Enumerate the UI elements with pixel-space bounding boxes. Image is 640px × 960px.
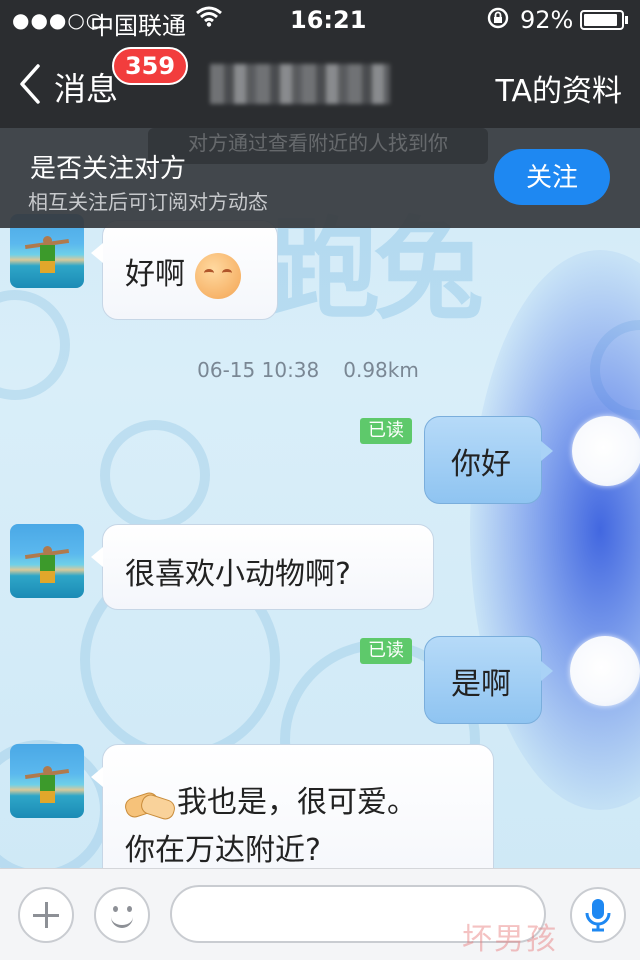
message-text: 我也是，很可爱。	[177, 785, 417, 820]
message-text: 是啊	[451, 667, 511, 702]
message-text: 很喜欢小动物啊?	[125, 557, 351, 592]
incoming-message-bubble[interactable]: 好啊	[91, 220, 278, 320]
add-attachment-button[interactable]	[18, 887, 74, 943]
watermark-text: 坏男孩	[462, 922, 558, 957]
follow-banner: 对方通过查看附近的人找到你 是否关注对方 相互关注后可订阅对方动态 关注	[0, 128, 640, 228]
read-status-badge: 已读	[360, 638, 412, 664]
background-face-decoration	[0, 290, 70, 400]
incoming-message-bubble[interactable]: 很喜欢小动物啊?	[91, 524, 434, 610]
battery-percentage: 92%	[520, 6, 574, 34]
background-glow	[470, 250, 640, 810]
message-line: 我也是，很可爱。	[122, 779, 493, 827]
microphone-icon	[585, 899, 611, 932]
read-status-badge: 已读	[360, 418, 412, 444]
back-button-label: 消息	[54, 70, 119, 108]
self-avatar[interactable]	[570, 636, 640, 706]
smile-icon	[113, 906, 118, 912]
self-avatar[interactable]	[572, 416, 640, 486]
contact-name-pixelated	[210, 64, 390, 104]
contact-avatar[interactable]	[10, 524, 84, 598]
timestamp-distance: 0.98km	[343, 358, 419, 382]
battery-tip	[625, 16, 628, 24]
banner-subtitle: 相互关注后可订阅对方动态	[28, 190, 268, 214]
background-face-decoration	[100, 420, 210, 530]
contact-avatar[interactable]	[10, 744, 84, 818]
chat-screen: 跑兔 好啊 06-15 10:38 0.98km 已读 你好 很喜欢小动物啊? 已…	[0, 0, 640, 960]
carrier-name: 中国联通	[90, 12, 186, 40]
chevron-left-icon	[20, 64, 40, 104]
follow-button[interactable]: 关注	[494, 149, 610, 205]
clock-time: 16:21	[290, 6, 367, 34]
handshake-emoji-icon	[122, 787, 178, 822]
status-bar: ●●●○○ 中国联通 16:21 92%	[0, 0, 640, 40]
emoji-button[interactable]	[94, 887, 150, 943]
banner-hint-text: 对方通过查看附近的人找到你	[148, 128, 488, 164]
nav-bar: 消息 359 TA的资料	[0, 40, 640, 128]
battery-icon	[580, 10, 624, 30]
profile-link[interactable]: TA的资料	[495, 66, 622, 110]
outgoing-message-bubble[interactable]: 你好	[424, 416, 553, 504]
blushing-smile-emoji-icon	[195, 252, 241, 299]
top-bar: ●●●○○ 中国联通 16:21 92% 消息 359 TA的资料	[0, 0, 640, 128]
rotation-lock-icon	[486, 6, 510, 36]
voice-input-button[interactable]	[570, 887, 626, 943]
unread-count-badge: 359	[112, 47, 188, 85]
message-text: 好啊	[125, 257, 185, 292]
message-text: 你好	[451, 447, 511, 482]
banner-title: 是否关注对方	[30, 154, 187, 184]
timestamp-time: 06-15 10:38	[197, 358, 320, 382]
outgoing-message-bubble[interactable]: 是啊	[424, 636, 553, 724]
message-timestamp: 06-15 10:38 0.98km	[0, 358, 616, 382]
wifi-icon	[195, 4, 223, 34]
